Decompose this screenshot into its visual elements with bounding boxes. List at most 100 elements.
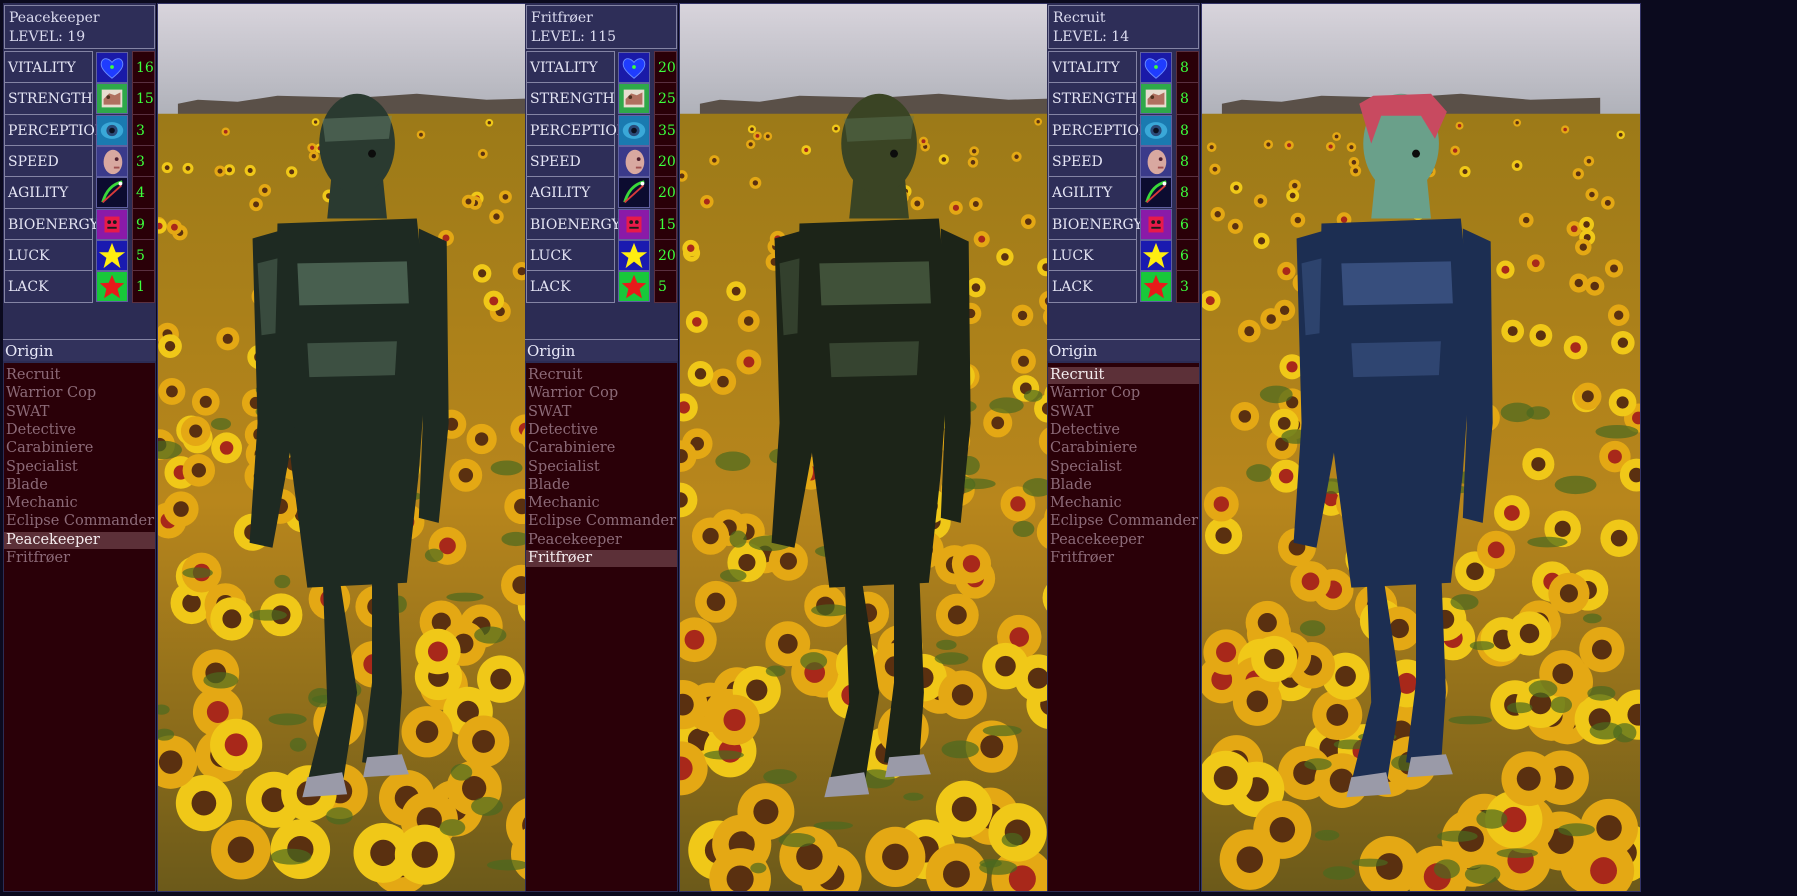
- origin-item[interactable]: Mechanic: [1048, 495, 1199, 512]
- origin-item[interactable]: SWAT: [4, 404, 155, 421]
- origin-item[interactable]: Peacekeeper: [526, 532, 677, 549]
- stat-label: SPEED: [1048, 144, 1137, 178]
- strength-icon: [1140, 83, 1172, 115]
- origin-heading: Origin: [3, 339, 156, 361]
- origin-item[interactable]: Detective: [526, 422, 677, 439]
- character-level: LEVEL: 19: [9, 29, 86, 45]
- origin-item[interactable]: Peacekeeper: [4, 531, 155, 549]
- stat-label: AGILITY: [526, 176, 615, 210]
- stat-label: VITALITY: [526, 51, 615, 84]
- origin-item[interactable]: Blade: [526, 477, 677, 494]
- bioenergy-icon: [96, 208, 128, 240]
- origin-item[interactable]: Recruit: [1048, 367, 1199, 384]
- origin-item[interactable]: Fritfrøer: [1048, 550, 1199, 567]
- stat-value: 1: [132, 270, 155, 304]
- stat-label: PERCEPTION: [1048, 113, 1151, 147]
- stat-value: 8: [1176, 176, 1199, 210]
- stat-label: SPEED: [526, 144, 615, 178]
- origin-item[interactable]: Peacekeeper: [1048, 532, 1199, 549]
- character-header: Peacekeeper LEVEL: 19: [4, 5, 155, 49]
- origin-item[interactable]: Specialist: [1048, 459, 1199, 476]
- stat-label: LUCK: [526, 238, 615, 272]
- lack-star-icon: [618, 271, 650, 303]
- origin-item[interactable]: Detective: [1048, 422, 1199, 439]
- character-model: [1202, 4, 1640, 891]
- stat-value: 20: [654, 51, 677, 84]
- character-name: Peacekeeper: [9, 10, 100, 26]
- origin-item[interactable]: Carabiniere: [1048, 440, 1199, 457]
- origin-item[interactable]: Mechanic: [4, 495, 155, 512]
- stat-value: 6: [1176, 207, 1199, 241]
- character-level: LEVEL: 115: [531, 29, 617, 45]
- stat-value: 35: [654, 113, 677, 147]
- stat-value: 8: [1176, 113, 1199, 147]
- stat-label: SPEED: [4, 144, 93, 178]
- origin-item[interactable]: Eclipse Commander: [1048, 513, 1199, 530]
- speed-face-icon: [1140, 145, 1172, 177]
- stat-label: LACK: [526, 270, 615, 304]
- origin-item[interactable]: Eclipse Commander: [526, 513, 677, 530]
- origin-item[interactable]: Fritfrøer: [4, 550, 155, 567]
- origin-item[interactable]: Carabiniere: [4, 440, 155, 457]
- character-preview-viewport: [1201, 3, 1641, 892]
- origin-item[interactable]: Carabiniere: [526, 440, 677, 457]
- stat-label: LUCK: [4, 238, 93, 272]
- origin-item[interactable]: Recruit: [526, 367, 677, 384]
- stat-label: PERCEPTION: [526, 113, 629, 147]
- origin-item[interactable]: Detective: [4, 422, 155, 439]
- agility-icon: [618, 177, 650, 209]
- lack-star-icon: [1140, 271, 1172, 303]
- origin-item[interactable]: Specialist: [4, 459, 155, 476]
- origin-item[interactable]: Recruit: [4, 367, 155, 384]
- origin-item[interactable]: Specialist: [526, 459, 677, 476]
- origin-item[interactable]: Mechanic: [526, 495, 677, 512]
- perception-eye-icon: [618, 114, 650, 146]
- origin-item[interactable]: Warrior Cop: [4, 385, 155, 402]
- stat-label: LUCK: [1048, 238, 1137, 272]
- speed-face-icon: [96, 145, 128, 177]
- stat-label: STRENGTH: [4, 82, 93, 116]
- character-panel: Recruit LEVEL: 14 VITALITY 8 STRENGTH 8 PERCEP…: [1044, 0, 1643, 896]
- origin-item[interactable]: Fritfrøer: [526, 550, 677, 567]
- stat-label: VITALITY: [1048, 51, 1137, 84]
- lack-star-icon: [96, 271, 128, 303]
- heart-icon: [96, 52, 128, 83]
- stat-label: LACK: [1048, 270, 1137, 304]
- stat-value: 3: [132, 113, 155, 147]
- origin-list[interactable]: Recruit Warrior Cop SWAT Detective Carabinie…: [526, 363, 677, 891]
- origin-list[interactable]: Recruit Warrior Cop SWAT Detective Carabinie…: [1048, 363, 1199, 891]
- luck-star-icon: [618, 239, 650, 271]
- heart-icon: [618, 52, 650, 83]
- stats-sidebar: Fritfrøer LEVEL: 115 VITALITY 20 STRENGTH 25 P…: [525, 3, 678, 892]
- stat-label: LACK: [4, 270, 93, 304]
- stat-value: 15: [132, 82, 155, 116]
- origin-item[interactable]: SWAT: [526, 404, 677, 421]
- stat-label: BIOENERGY: [526, 207, 621, 241]
- origin-item[interactable]: Blade: [1048, 477, 1199, 494]
- character-panel: Fritfrøer LEVEL: 115 VITALITY 20 STRENGTH 25 P…: [522, 0, 1121, 896]
- character-header: Recruit LEVEL: 14: [1048, 5, 1199, 49]
- origin-list[interactable]: Recruit Warrior Cop SWAT Detective Carabinie…: [4, 363, 155, 891]
- stat-value: 8: [1176, 82, 1199, 116]
- stat-label: AGILITY: [1048, 176, 1137, 210]
- origin-item[interactable]: Warrior Cop: [526, 385, 677, 402]
- bioenergy-icon: [1140, 208, 1172, 240]
- origin-item[interactable]: Eclipse Commander: [4, 513, 155, 530]
- stats-sidebar: Recruit LEVEL: 14 VITALITY 8 STRENGTH 8 PERCEP…: [1047, 3, 1200, 892]
- stat-value: 20: [654, 144, 677, 178]
- agility-icon: [96, 177, 128, 209]
- stat-value: 3: [132, 144, 155, 178]
- stat-value: 16: [132, 51, 155, 84]
- stat-value: 8: [1176, 144, 1199, 178]
- stat-value: 15: [654, 207, 677, 241]
- stat-value: 5: [654, 270, 677, 304]
- origin-item[interactable]: SWAT: [1048, 404, 1199, 421]
- origin-item[interactable]: Blade: [4, 477, 155, 494]
- stat-value: 8: [1176, 51, 1199, 84]
- stats-sidebar: Peacekeeper LEVEL: 19 VITALITY 16 STRENGTH 15…: [3, 3, 156, 892]
- origin-item[interactable]: Warrior Cop: [1048, 385, 1199, 402]
- character-level: LEVEL: 14: [1053, 29, 1130, 45]
- character-panel: Peacekeeper LEVEL: 19 VITALITY 16 STRENGTH 15…: [0, 0, 599, 896]
- stat-label: BIOENERGY: [4, 207, 99, 241]
- speed-face-icon: [618, 145, 650, 177]
